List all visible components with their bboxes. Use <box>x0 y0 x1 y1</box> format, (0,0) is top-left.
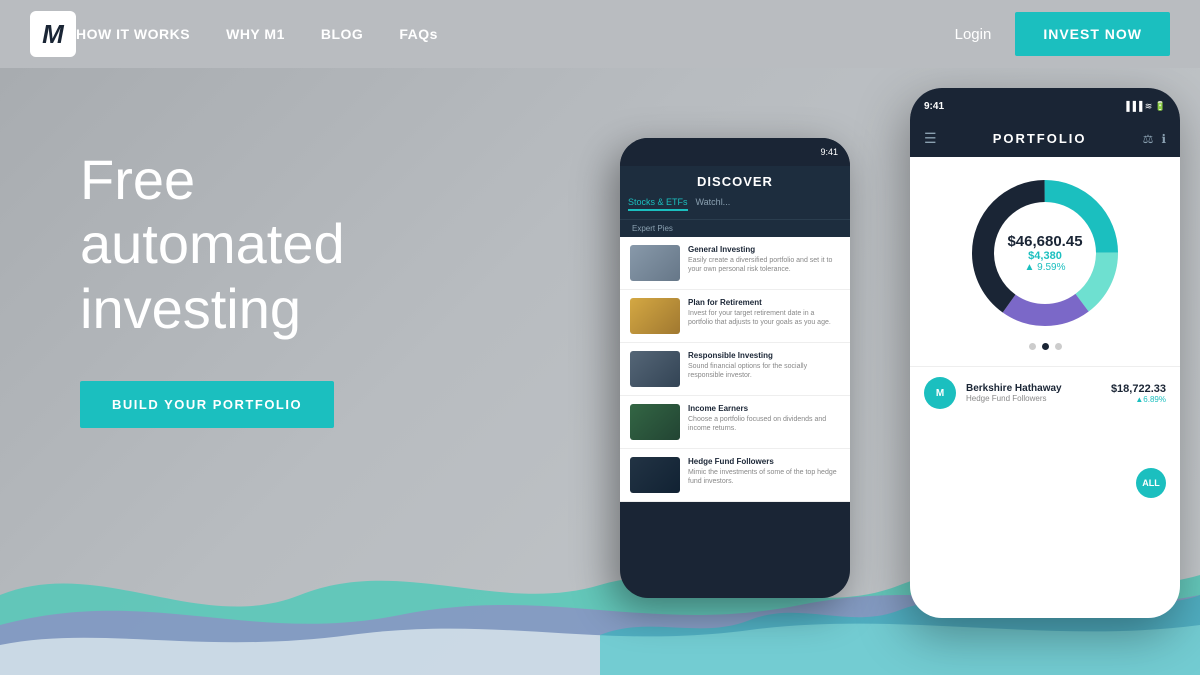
donut-chart: $46,680.45 $4,380 ▲ 9.59% <box>965 173 1125 333</box>
discover-item-title: Income Earners <box>688 404 840 413</box>
holding-pct: ▲6.89% <box>1111 395 1166 404</box>
holding-subtitle: Hedge Fund Followers <box>966 394 1062 403</box>
status-icons: ▐▐▐ ≋ 🔋 <box>1123 101 1166 112</box>
right-status-bar: 9:41 ▐▐▐ ≋ 🔋 <box>910 88 1180 124</box>
build-portfolio-button[interactable]: BUILD YOUR PORTFOLIO <box>80 381 334 428</box>
portfolio-gain: $4,380 <box>1007 250 1082 262</box>
nav-how-it-works[interactable]: HOW IT WORKS <box>76 26 190 42</box>
all-badge[interactable]: ALL <box>1136 468 1166 498</box>
logo[interactable]: M <box>30 11 76 57</box>
left-phone-header: DISCOVER <box>620 166 850 197</box>
holding-info: Berkshire Hathaway Hedge Fund Followers <box>966 383 1062 403</box>
left-phone-tabs: Stocks & ETFs Watchl... <box>620 197 850 220</box>
portfolio-title: PORTFOLIO <box>937 131 1143 146</box>
discover-item-text: Income Earners Choose a portfolio focuse… <box>688 404 840 433</box>
nav-links: HOW IT WORKS WHY M1 BLOG FAQs <box>76 26 955 42</box>
discover-item: Income Earners Choose a portfolio focuse… <box>620 396 850 449</box>
dot-3[interactable] <box>1055 343 1062 350</box>
phone-portfolio: 9:41 ▐▐▐ ≋ 🔋 ☰ PORTFOLIO ⚖ ℹ <box>910 88 1180 618</box>
discover-item: Plan for Retirement Invest for your targ… <box>620 290 850 343</box>
discover-item: General Investing Easily create a divers… <box>620 237 850 290</box>
portfolio-holding-item: M Berkshire Hathaway Hedge Fund Follower… <box>910 366 1180 419</box>
discover-list: General Investing Easily create a divers… <box>620 237 850 502</box>
expert-pies-label: Expert Pies <box>620 220 850 237</box>
discover-item-image <box>630 404 680 440</box>
discover-item-image <box>630 245 680 281</box>
discover-item-text: Responsible Investing Sound financial op… <box>688 351 840 380</box>
logo-letter: M <box>42 19 64 50</box>
scale-icon[interactable]: ⚖ <box>1143 132 1154 146</box>
dot-2[interactable] <box>1042 343 1049 350</box>
discover-item-text: Plan for Retirement Invest for your targ… <box>688 298 840 327</box>
status-time: 9:41 <box>924 101 944 112</box>
portfolio-header: ☰ PORTFOLIO ⚖ ℹ <box>910 124 1180 157</box>
nav-faqs[interactable]: FAQs <box>399 26 438 42</box>
discover-item-desc: Choose a portfolio focused on dividends … <box>688 415 840 433</box>
donut-center-values: $46,680.45 $4,380 ▲ 9.59% <box>1007 233 1082 273</box>
hero-heading: Free automated investing <box>80 148 345 341</box>
phones-container: 9:41 DISCOVER Stocks & ETFs Watchl... Ex… <box>620 88 1180 648</box>
hero-section: Free automated investing BUILD YOUR PORT… <box>0 68 1200 675</box>
discover-item: Responsible Investing Sound financial op… <box>620 343 850 396</box>
left-status-bar: 9:41 <box>620 138 850 166</box>
discover-item-title: Responsible Investing <box>688 351 840 360</box>
portfolio-carousel-dots <box>924 343 1166 350</box>
discover-item-image <box>630 351 680 387</box>
discover-item-desc: Mimic the investments of some of the top… <box>688 468 840 486</box>
portfolio-chart-area: $46,680.45 $4,380 ▲ 9.59% <box>910 157 1180 366</box>
holding-name: Berkshire Hathaway <box>966 383 1062 394</box>
discover-item-image <box>630 457 680 493</box>
navbar: M HOW IT WORKS WHY M1 BLOG FAQs Login IN… <box>0 0 1200 68</box>
holding-value-block: $18,722.33 ▲6.89% <box>1111 383 1166 404</box>
phone-discover: 9:41 DISCOVER Stocks & ETFs Watchl... Ex… <box>620 138 850 598</box>
discover-item-title: General Investing <box>688 245 840 254</box>
menu-icon[interactable]: ☰ <box>924 130 937 147</box>
discover-item-desc: Easily create a diversified portfolio an… <box>688 256 840 274</box>
nav-right: Login INVEST NOW <box>955 12 1170 56</box>
nav-blog[interactable]: BLOG <box>321 26 363 42</box>
portfolio-header-icons: ⚖ ℹ <box>1143 132 1166 146</box>
holding-value: $18,722.33 <box>1111 383 1166 395</box>
discover-title: DISCOVER <box>632 174 838 189</box>
discover-item-desc: Invest for your target retirement date i… <box>688 309 840 327</box>
portfolio-value: $46,680.45 <box>1007 233 1082 250</box>
discover-item-title: Plan for Retirement <box>688 298 840 307</box>
discover-item-text: General Investing Easily create a divers… <box>688 245 840 274</box>
login-link[interactable]: Login <box>955 26 992 43</box>
discover-item-text: Hedge Fund Followers Mimic the investmen… <box>688 457 840 486</box>
nav-why-m1[interactable]: WHY M1 <box>226 26 285 42</box>
hero-text-block: Free automated investing BUILD YOUR PORT… <box>80 148 345 428</box>
portfolio-pct: ▲ 9.59% <box>1007 262 1082 273</box>
tab-watchlist[interactable]: Watchl... <box>696 197 731 211</box>
info-icon[interactable]: ℹ <box>1161 132 1166 146</box>
invest-now-button[interactable]: INVEST NOW <box>1015 12 1170 56</box>
discover-item: Hedge Fund Followers Mimic the investmen… <box>620 449 850 502</box>
holding-avatar: M <box>924 377 956 409</box>
discover-item-image <box>630 298 680 334</box>
tab-stocks-etfs[interactable]: Stocks & ETFs <box>628 197 688 211</box>
discover-item-title: Hedge Fund Followers <box>688 457 840 466</box>
discover-item-desc: Sound financial options for the socially… <box>688 362 840 380</box>
dot-1[interactable] <box>1029 343 1036 350</box>
